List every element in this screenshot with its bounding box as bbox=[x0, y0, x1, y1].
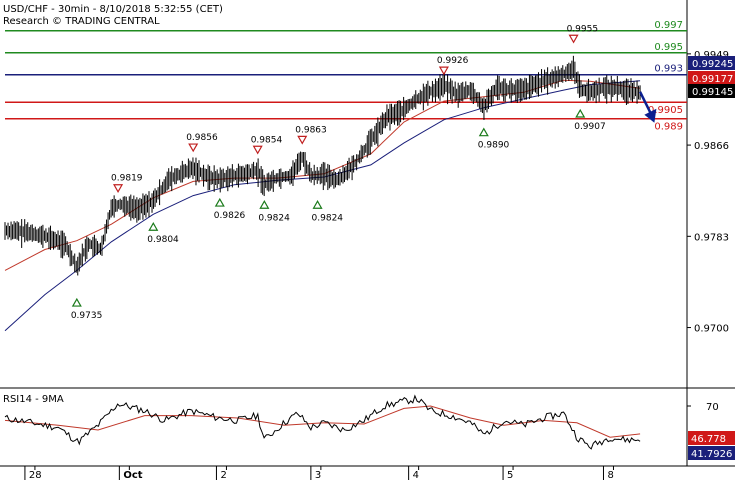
x-tick-label: 4 bbox=[413, 470, 419, 480]
level-label: 0.989 bbox=[654, 122, 683, 133]
price-tag-label: 0.99145 bbox=[692, 87, 733, 98]
swing-low-label: 0.9826 bbox=[214, 211, 246, 221]
swing-low-label: 0.9804 bbox=[147, 235, 179, 245]
rsi-panel-title: RSI14 - 9MA bbox=[3, 394, 64, 405]
level-label: 0.993 bbox=[654, 64, 683, 75]
swing-low-label: 0.9824 bbox=[258, 213, 290, 223]
swing-low-label: 0.9890 bbox=[478, 141, 510, 151]
chart-stage: USD/CHF - 30min - 8/10/2018 5:32:55 (CET… bbox=[0, 0, 735, 481]
chart-svg: USD/CHF - 30min - 8/10/2018 5:32:55 (CET… bbox=[0, 0, 735, 481]
swing-high-label: 0.9955 bbox=[567, 24, 599, 34]
y-tick-label: 0.9700 bbox=[694, 324, 729, 335]
level-label: 0.995 bbox=[654, 42, 683, 53]
rsi-tag-label: 41.7926 bbox=[691, 449, 732, 460]
swing-high-label: 0.9819 bbox=[111, 174, 143, 184]
swing-low-label: 0.9907 bbox=[574, 122, 606, 132]
swing-high-label: 0.9926 bbox=[437, 56, 469, 66]
price-tag-label: 0.99177 bbox=[692, 74, 733, 85]
swing-high-label: 0.9854 bbox=[251, 135, 283, 145]
x-tick-label: 8 bbox=[607, 470, 613, 480]
x-tick-label: 3 bbox=[315, 470, 321, 480]
x-tick-label: 2 bbox=[220, 470, 226, 480]
swing-low-label: 0.9824 bbox=[312, 213, 344, 223]
chart-title: USD/CHF - 30min - 8/10/2018 5:32:55 (CET… bbox=[3, 4, 223, 15]
rsi-y-tick-label: 70 bbox=[706, 402, 719, 413]
x-tick-label: 28 bbox=[29, 470, 42, 480]
swing-high-label: 0.9863 bbox=[295, 125, 327, 135]
rsi-tag-label: 46.778 bbox=[691, 434, 726, 445]
price-tag-label: 0.99245 bbox=[692, 59, 733, 70]
chart-subtitle: Research © TRADING CENTRAL bbox=[3, 16, 160, 27]
y-tick-label: 0.9783 bbox=[694, 232, 729, 243]
y-tick-label: 0.9866 bbox=[694, 141, 729, 152]
x-tick-label: 5 bbox=[507, 470, 513, 480]
swing-low-label: 0.9735 bbox=[71, 311, 103, 321]
x-tick-label: Oct bbox=[123, 470, 142, 480]
swing-high-label: 0.9856 bbox=[186, 133, 218, 143]
level-label: 0.997 bbox=[654, 20, 683, 31]
